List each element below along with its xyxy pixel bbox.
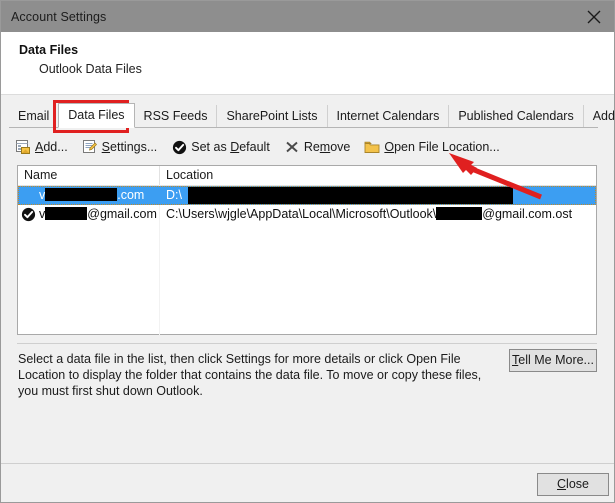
row-name-suffix: .com [117,188,145,202]
tab-data-files[interactable]: Data Files [58,103,135,128]
tab-label: SharePoint Lists [226,109,318,123]
row-location-suffix: @gmail.com.ost [482,207,573,221]
table-row[interactable]: v .com D:\ [18,186,596,205]
add-data-file-icon [15,139,31,155]
tab-published-calendars[interactable]: Published Calendars [448,105,583,127]
row-location-cell: C:\Users\wjgle\AppData\Local\Microsoft\O… [166,207,572,221]
tab-label: Internet Calendars [336,109,440,123]
remove-button[interactable]: Remove [284,136,351,158]
tell-me-more-label: Tell Me More... [512,353,594,367]
data-files-list[interactable]: Name Location v .com D:\ v @gmail.com C:… [17,165,597,335]
close-button[interactable]: Close [537,473,609,496]
tab-label: RSS Feeds [143,109,208,123]
tab-email[interactable]: Email [9,105,59,127]
folder-icon [364,139,380,155]
settings-page-icon [82,139,98,155]
row-name-cell: v .com [39,188,144,202]
tab-label: Published Calendars [458,109,574,123]
row-location-prefix: D:\ [166,188,182,202]
window-title: Account Settings [11,9,107,24]
set-as-default-button[interactable]: Set as Default [171,136,270,158]
titlebar: Account Settings [1,1,614,32]
settings-button-label: Settings... [101,140,158,154]
check-circle-icon [171,139,187,155]
add-button[interactable]: Add... [15,136,68,158]
open-file-location-button[interactable]: Open File Location... [364,136,500,158]
page-title: Data Files [19,43,79,57]
default-account-check-icon [21,207,36,222]
tab-rss-feeds[interactable]: RSS Feeds [134,105,217,127]
set-as-default-button-label: Set as Default [191,140,270,154]
tell-me-more-button[interactable]: Tell Me More... [509,349,597,372]
open-file-location-button-label: Open File Location... [384,140,500,154]
info-description: Select a data file in the list, then cli… [18,352,482,398]
row-location-cell: D:\ [166,188,182,202]
x-mark-icon [284,139,300,155]
redaction-bar [188,187,513,204]
info-separator [17,343,597,344]
tab-label: Email [18,109,50,123]
dialog-header: Data Files Outlook Data Files [1,32,614,95]
data-files-toolbar: Add... Settings... Set as Default Remove… [15,135,514,159]
list-header: Name Location [18,166,596,186]
remove-button-label: Remove [303,140,351,154]
redaction-bar [45,207,88,221]
dialog-body: Email Data Files RSS Feeds SharePoint Li… [1,95,614,502]
column-divider[interactable] [159,166,160,185]
redaction-bar [45,188,118,202]
footer-separator [1,463,614,464]
tabstrip: Email Data Files RSS Feeds SharePoint Li… [9,103,614,128]
row-location-path: C:\Users\wjgle\AppData\Local\Microsoft\O… [166,207,437,221]
settings-button[interactable]: Settings... [82,136,158,158]
close-x-icon[interactable] [571,1,614,32]
page-subtitle: Outlook Data Files [39,62,142,76]
tab-address-books[interactable]: Address Books [582,105,615,127]
tab-label: Address Books [592,109,615,123]
close-button-label: Close [557,477,589,491]
tab-label: Data Files [68,108,125,122]
table-row[interactable]: v @gmail.com C:\Users\wjgle\AppData\Local… [18,205,596,224]
tab-sharepoint-lists[interactable]: SharePoint Lists [216,105,327,127]
redaction-bar [436,207,483,221]
column-header-location[interactable]: Location [166,168,213,182]
column-header-name[interactable]: Name [24,168,57,182]
tab-internet-calendars[interactable]: Internet Calendars [326,105,449,127]
add-button-label: Add... [35,140,68,154]
account-settings-dialog: Account Settings Data Files Outlook Data… [0,0,615,503]
row-name-cell: v @gmail.com [39,207,157,221]
row-name-suffix: @gmail.com [87,207,157,221]
